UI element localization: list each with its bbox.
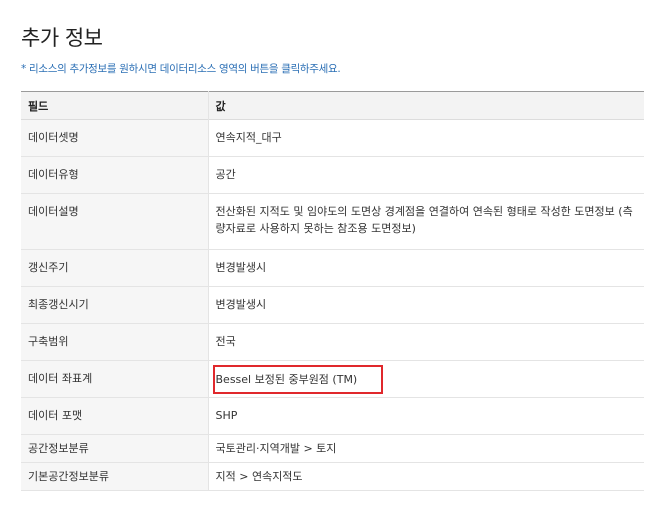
field-label: 데이터 포맷 <box>21 397 208 435</box>
field-label: 데이터셋명 <box>21 119 208 157</box>
field-label: 구축범위 <box>21 323 208 361</box>
table-row: 공간정보분류 국토관리·지역개발 > 토지 <box>21 434 644 463</box>
table-row: 갱신주기 변경발생시 <box>21 249 644 287</box>
field-label: 데이터유형 <box>21 156 208 194</box>
field-value: 국토관리·지역개발 > 토지 <box>207 434 644 463</box>
table-header-row: 필드 값 <box>21 91 644 120</box>
field-label: 갱신주기 <box>21 249 208 287</box>
field-label: 데이터설명 <box>21 193 208 250</box>
highlighted-value: Bessel 보정된 중부원점 (TM) <box>212 365 384 394</box>
field-value-cell: Bessel 보정된 중부원점 (TM) <box>207 360 644 398</box>
table-row: 데이터셋명 연속지적_대구 <box>21 119 644 157</box>
field-value: 전국 <box>207 323 644 361</box>
table-row: 데이터 포맷 SHP <box>21 397 644 435</box>
field-label: 공간정보분류 <box>21 434 208 463</box>
field-value: 연속지적_대구 <box>207 119 644 157</box>
table-row: 기본공간정보분류 지적 > 연속지적도 <box>21 462 644 491</box>
field-value: 지적 > 연속지적도 <box>207 462 644 491</box>
table-row: 데이터 좌표계 Bessel 보정된 중부원점 (TM) <box>21 360 644 398</box>
table-row: 최종갱신시기 변경발생시 <box>21 286 644 324</box>
info-table: 필드 값 데이터셋명 연속지적_대구 데이터유형 공간 데이터설명 전산화된 지… <box>21 91 644 491</box>
field-value: 변경발생시 <box>207 249 644 287</box>
additional-info-panel: 추가 정보 * 리소스의 추가정보를 원하시면 데이터리소스 영역의 버튼을 클… <box>0 0 659 520</box>
header-value: 값 <box>207 91 644 120</box>
field-value: 전산화된 지적도 및 임야도의 도면상 경계점을 연결하여 연속된 형태로 작성… <box>207 193 644 250</box>
field-label: 기본공간정보분류 <box>21 462 208 491</box>
field-label: 데이터 좌표계 <box>21 360 208 398</box>
field-label: 최종갱신시기 <box>21 286 208 324</box>
page-title: 추가 정보 <box>21 26 103 50</box>
field-value: SHP <box>207 397 644 435</box>
header-field: 필드 <box>28 99 49 113</box>
table-row: 구축범위 전국 <box>21 323 644 361</box>
field-value: 변경발생시 <box>207 286 644 324</box>
field-value: 공간 <box>207 156 644 194</box>
table-row: 데이터유형 공간 <box>21 156 644 194</box>
info-note: * 리소스의 추가정보를 원하시면 데이터리소스 영역의 버튼을 클릭하주세요. <box>21 63 341 75</box>
table-row: 데이터설명 전산화된 지적도 및 임야도의 도면상 경계점을 연결하여 연속된 … <box>21 193 644 250</box>
